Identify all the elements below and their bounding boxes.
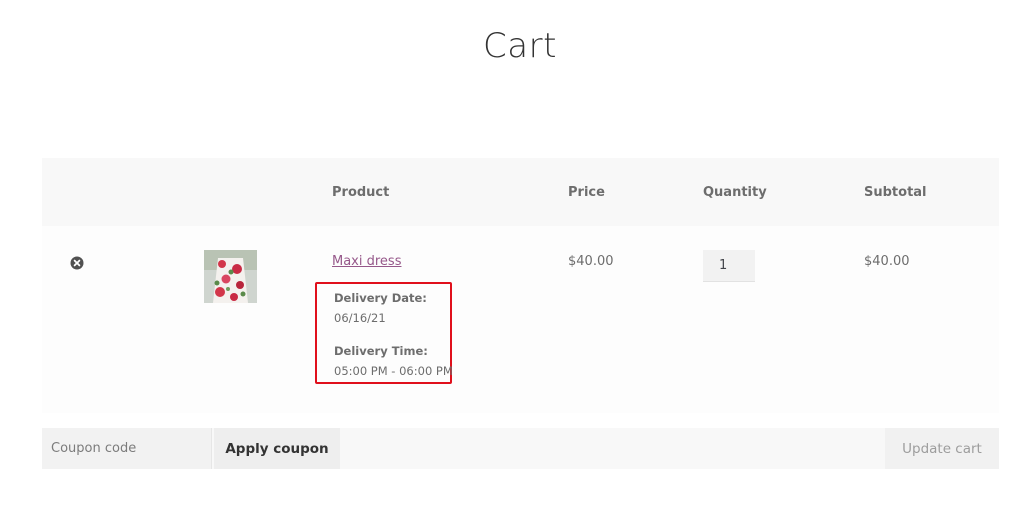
header-subtotal: Subtotal <box>864 185 927 200</box>
apply-coupon-button[interactable]: Apply coupon <box>214 428 340 469</box>
item-price: $40.00 <box>568 254 614 269</box>
remove-item-icon[interactable] <box>70 255 84 270</box>
item-subtotal: $40.00 <box>864 254 910 269</box>
delivery-time-value: 05:00 PM - 06:00 PM <box>334 364 453 378</box>
cart-actions: Apply coupon Update cart <box>42 428 999 469</box>
header-quantity: Quantity <box>703 185 767 200</box>
cart-table: Product Price Quantity Subtotal Maxi dre… <box>42 158 999 413</box>
delivery-time-label: Delivery Time: <box>334 344 428 358</box>
quantity-input[interactable] <box>703 250 755 282</box>
product-name-link[interactable]: Maxi dress <box>332 254 401 269</box>
header-product: Product <box>332 185 390 200</box>
delivery-date-label: Delivery Date: <box>334 291 427 305</box>
coupon-code-input[interactable] <box>42 428 212 469</box>
delivery-details-highlight: Delivery Date: 06/16/21 Delivery Time: 0… <box>315 282 453 384</box>
product-thumbnail[interactable] <box>204 250 257 303</box>
header-price: Price <box>568 185 605 200</box>
delivery-date-value: 06/16/21 <box>334 311 386 325</box>
update-cart-button[interactable]: Update cart <box>885 428 999 469</box>
cart-table-header: Product Price Quantity Subtotal <box>42 158 999 226</box>
page-title: Cart <box>483 26 557 66</box>
